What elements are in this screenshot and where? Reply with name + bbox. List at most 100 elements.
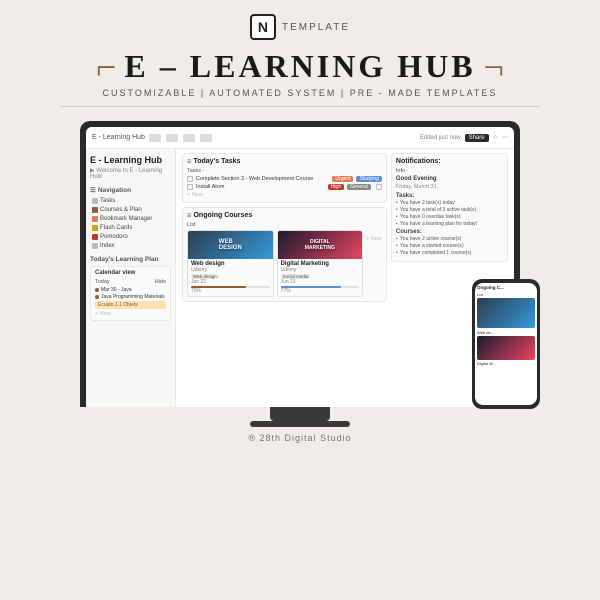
task-text-2: Install Atom [196, 184, 325, 190]
notion-topbar: E - Learning Hub Edited just now Share [86, 127, 514, 149]
marketing-date: Jun 23 [281, 279, 360, 285]
notifications-title: Notifications: [396, 158, 503, 165]
courses-section-box: Ongoing Courses List WEBDESIGN [182, 207, 387, 302]
pomodoro-icon [92, 234, 98, 240]
settings-icon[interactable]: ⋯ [502, 134, 508, 141]
page-main-title: E - Learning Hub [90, 155, 171, 165]
star-icon[interactable]: ☆ [493, 134, 498, 141]
courses-add-new-wrap: + New [366, 230, 382, 297]
page-breadcrumb: E - Learning Hub [92, 134, 145, 141]
notion-content: E - Learning Hub ▶ Welcome to E - Learni… [86, 149, 514, 407]
monitor-frame: E - Learning Hub Edited just now Share [80, 121, 520, 407]
share-button[interactable]: Share [465, 134, 489, 142]
bracket-right: ¬ [484, 49, 504, 85]
courses-add-new[interactable]: + New [366, 236, 382, 242]
tag-general: General [347, 184, 371, 190]
topbar-icons [149, 134, 212, 142]
marketing-info: Digital Marketing Udemy Social media Jun… [278, 259, 363, 296]
task-checkbox-1[interactable] [187, 176, 193, 182]
main-title: E – LEARNING HUB [124, 48, 475, 85]
task-checkbox-2[interactable] [187, 184, 193, 190]
greeting-text: Good Evening [396, 176, 503, 182]
calendar-today-row: Today Hide [95, 279, 166, 285]
sidebar-item-flashcards[interactable]: Flash Cards [90, 224, 171, 232]
event-pill: Ecuato 1.1 Obiets [95, 301, 166, 309]
webdesign-progress-label: 70% [191, 288, 270, 294]
phone-marketing-label: Digital M... [477, 361, 535, 366]
notif-course-1: You have 2 active course(s) [396, 236, 503, 242]
notion-logo-area: N TEMPLATE [250, 14, 350, 40]
icon-home [149, 134, 161, 142]
calendar-header: Calendar view [95, 270, 166, 276]
course-card-webdesign[interactable]: WEBDESIGN Web design Udemy Web design [187, 230, 274, 297]
icon-pencil [166, 134, 178, 142]
webdesign-thumbnail: WEBDESIGN [188, 231, 273, 259]
learning-plan-title: Today's Learning Plan [90, 256, 171, 263]
bookmark-icon [92, 216, 98, 222]
sidebar-item-bookmark[interactable]: Bookmark Manager [90, 215, 171, 223]
task-item-1: Complete Section 3 - Web Development Cou… [187, 176, 382, 182]
template-label: TEMPLATE [282, 22, 350, 33]
icon-tag [200, 134, 212, 142]
topbar-right: Edited just now Share ☆ ⋯ [420, 134, 508, 142]
sidebar-learning-plan: Today's Learning Plan Calendar view Toda… [90, 256, 171, 321]
sidebar-item-index[interactable]: Index [90, 242, 171, 250]
cal-item-1: Mar 30 - Java [95, 287, 166, 293]
cal-dot-2 [95, 295, 99, 299]
subtitle: CUSTOMIZABLE | AUTOMATED SYSTEM | PRE - … [103, 88, 498, 98]
marketing-progress-fill [281, 286, 342, 288]
marketing-progress-bar [281, 286, 360, 288]
webdesign-date: Jun 22 [191, 279, 270, 285]
divider [60, 106, 540, 107]
notif-task-3: You have 0 overdue task(s) [396, 214, 503, 220]
courses-list-label: List [187, 222, 382, 228]
phone-frame: Ongoing C... List Web de... Digital M... [472, 279, 540, 409]
marketing-progress-label: 77% [281, 288, 360, 294]
sidebar-item-tasks[interactable]: Tasks [90, 197, 171, 205]
courses-section-header: Ongoing Courses [187, 212, 382, 219]
sidebar-nav-title: ☰ Navigation [90, 186, 171, 194]
marketing-platform: Udemy [281, 267, 360, 273]
info-label: Info · [396, 168, 503, 174]
tasks-category-label: Tasks: [396, 193, 503, 199]
tasks-icon [92, 198, 98, 204]
credits: ® 28th Digital Studio [248, 433, 351, 443]
phone-header: Ongoing C... [477, 285, 535, 290]
cal-dot [95, 288, 99, 292]
notifications-box: Notifications: Info · Good Evening Frida… [391, 153, 508, 262]
phone-webdesign-thumb [477, 298, 535, 328]
monitor-stand [270, 407, 330, 421]
tag-studying: Studying [356, 176, 381, 182]
task-text-1: Complete Section 3 - Web Development Cou… [196, 176, 329, 182]
tag-urgent: Urgent [332, 176, 353, 182]
sidebar-add-new[interactable]: + New [95, 311, 166, 317]
webdesign-progress-bar [191, 286, 270, 288]
tasks-add-new[interactable]: + New [187, 192, 382, 198]
task-item-2: Install Atom High General [187, 184, 382, 190]
notion-logo-icon: N [250, 14, 276, 40]
main-left: Today's Tasks Tasks · Complete Section 3… [182, 153, 387, 403]
notif-task-2: You have a total of 3 active task(s) [396, 207, 503, 213]
sidebar-item-courses[interactable]: Courses & Plan [90, 206, 171, 214]
task-check-box-extra[interactable] [376, 184, 382, 190]
notif-course-3: You have completed 1 course(s) [396, 250, 503, 256]
notif-course-2: You have a started course(s) [396, 243, 503, 249]
branding-section: N TEMPLATE ⌐ E – LEARNING HUB ¬ CUSTOMIZ… [0, 0, 600, 121]
screen-area: E - Learning Hub Edited just now Share [40, 121, 560, 427]
page-welcome: ▶ Welcome to E - Learning Hub! [90, 167, 171, 180]
sidebar-item-pomodoro[interactable]: Pomodoro [90, 233, 171, 241]
marketing-thumbnail: DIGITALMARKETING [278, 231, 363, 259]
flashcards-icon [92, 225, 98, 231]
phone-webdesign-label: Web de... [477, 330, 535, 335]
edited-label: Edited just now [420, 135, 461, 141]
notion-main: Today's Tasks Tasks · Complete Section 3… [176, 149, 514, 407]
course-card-marketing[interactable]: DIGITALMARKETING Digital Marketing Udemy… [277, 230, 364, 297]
notif-task-4: You have a learning plan for today! [396, 221, 503, 227]
tasks-section-box: Today's Tasks Tasks · Complete Section 3… [182, 153, 387, 203]
date-text: Friday, March 31, [396, 184, 503, 190]
monitor-base [250, 421, 350, 427]
icon-bookmark [183, 134, 195, 142]
notion-ui: E - Learning Hub Edited just now Share [86, 127, 514, 407]
phone-list-label: List [477, 292, 535, 297]
notion-sidebar: E - Learning Hub ▶ Welcome to E - Learni… [86, 149, 176, 407]
